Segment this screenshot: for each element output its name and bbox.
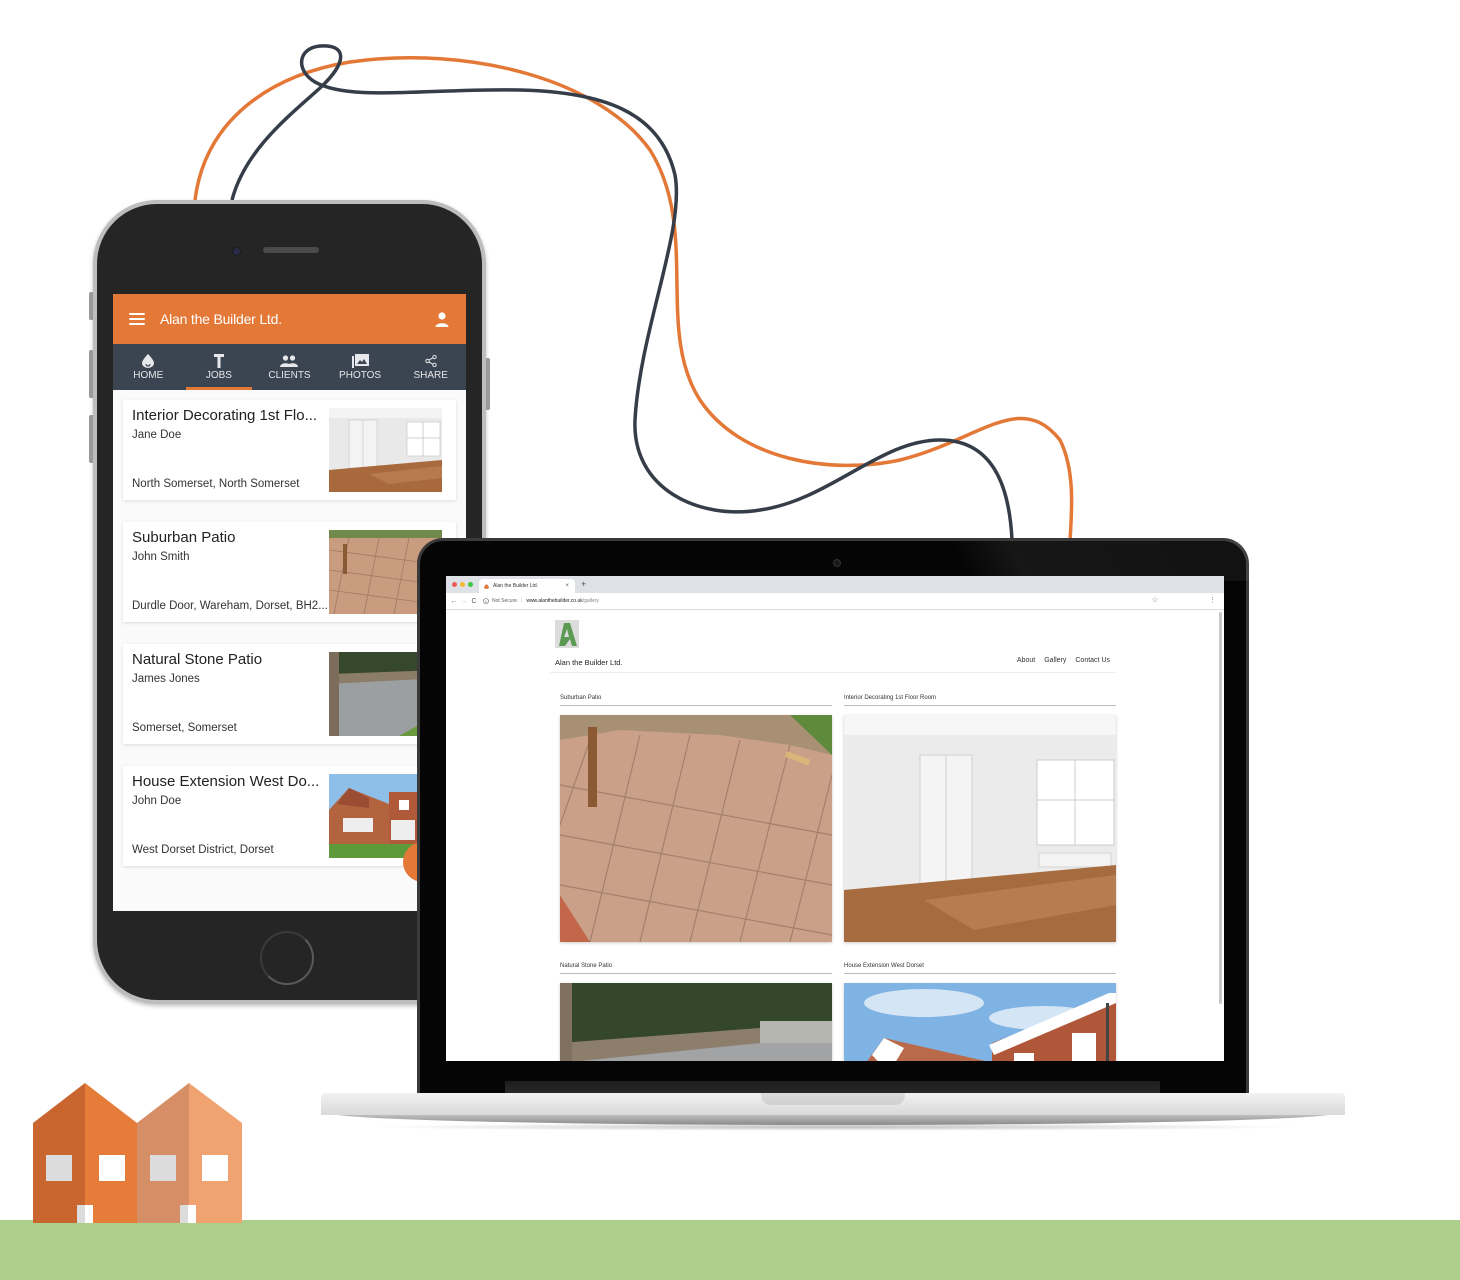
tab-jobs-label: JOBS bbox=[205, 370, 232, 381]
gallery-item-label: House Extension West Dorset bbox=[844, 963, 924, 969]
people-icon bbox=[280, 355, 299, 367]
tab-share[interactable]: SHARE bbox=[395, 344, 466, 390]
gallery-item-label: Suburban Patio bbox=[560, 695, 602, 701]
laptop-base bbox=[321, 1093, 1345, 1133]
back-button[interactable]: ← bbox=[449, 598, 459, 605]
job-location: Somerset, Somerset bbox=[132, 722, 237, 734]
phone-home-button bbox=[260, 931, 314, 985]
tab-share-label: SHARE bbox=[413, 370, 448, 381]
bottom-tab-bar: HOME JOBS CLIENTS PHOTOS SHARE bbox=[113, 344, 466, 390]
phone-camera bbox=[232, 247, 241, 256]
hamburger-menu-icon[interactable] bbox=[129, 310, 145, 328]
gallery-page: Alan the Builder Ltd. About Gallery Cont… bbox=[446, 610, 1224, 1061]
gallery-item-divider bbox=[844, 705, 1116, 706]
forward-button[interactable]: → bbox=[459, 598, 469, 605]
account-person-icon[interactable] bbox=[434, 311, 450, 327]
browser-menu-icon[interactable]: ⋮ bbox=[1209, 596, 1216, 604]
gallery-item-divider bbox=[844, 973, 1116, 974]
new-tab-button[interactable]: + bbox=[581, 579, 586, 589]
room-photo bbox=[329, 408, 442, 492]
job-location: Durdle Door, Wareham, Dorset, BH2... bbox=[132, 600, 328, 612]
url-host: www.alanthebuilder.co.uk bbox=[526, 598, 583, 604]
minimize-window-button[interactable] bbox=[460, 582, 465, 587]
job-title: Natural Stone Patio bbox=[132, 651, 263, 668]
site-favicon-icon bbox=[484, 583, 489, 589]
tab-photos-label: PHOTOS bbox=[339, 370, 382, 381]
browser-window: Alan the Builder Ltd. × + ← → C Not Secu… bbox=[446, 576, 1224, 1061]
job-title: Suburban Patio bbox=[132, 529, 236, 546]
job-client: John Doe bbox=[132, 795, 182, 807]
gallery-item-divider bbox=[560, 705, 832, 706]
job-card[interactable]: Suburban Patio John Smith Durdle Door, W… bbox=[123, 522, 456, 622]
job-location: West Dorset District, Dorset bbox=[132, 844, 274, 856]
gallery-item-label: Interior Decorating 1st Floor Room bbox=[844, 695, 937, 701]
app-bar: Alan the Builder Ltd. bbox=[113, 294, 466, 344]
job-client: John Smith bbox=[132, 551, 190, 563]
patio-photo[interactable] bbox=[560, 715, 832, 942]
stone-patio-photo[interactable] bbox=[560, 983, 832, 1061]
laptop-webcam bbox=[833, 559, 841, 567]
security-label: Not Secure bbox=[492, 598, 518, 604]
job-client: Jane Doe bbox=[132, 429, 182, 441]
job-location: North Somerset, North Somerset bbox=[132, 478, 300, 490]
house-photo[interactable] bbox=[844, 983, 1116, 1061]
houses-illustration-icon bbox=[33, 1083, 242, 1223]
browser-tab[interactable]: Alan the Builder Ltd. × bbox=[479, 579, 575, 593]
nav-link-gallery[interactable]: Gallery bbox=[1044, 657, 1066, 664]
site-nav: About Gallery Contact Us bbox=[1017, 657, 1110, 664]
address-bar[interactable]: Not Secure | www.alanthebuilder.co.uk/ga… bbox=[483, 598, 599, 604]
window-controls bbox=[452, 582, 473, 587]
room-photo[interactable] bbox=[844, 715, 1116, 942]
url-path: /gallery bbox=[582, 598, 599, 604]
reload-button[interactable]: C bbox=[469, 598, 479, 605]
job-list: Interior Decorating 1st Flo... Jane Doe … bbox=[113, 390, 466, 866]
tab-photos[interactable]: PHOTOS bbox=[325, 344, 396, 390]
laptop-device: Alan the Builder Ltd. × + ← → C Not Secu… bbox=[417, 538, 1260, 1096]
home-drop-icon bbox=[142, 354, 155, 368]
ground-strip bbox=[0, 1220, 1460, 1280]
tab-jobs[interactable]: JOBS bbox=[184, 344, 255, 390]
page-scrollbar[interactable] bbox=[1219, 612, 1222, 1004]
header-divider bbox=[550, 672, 1116, 673]
nav-link-contact-us[interactable]: Contact Us bbox=[1075, 657, 1110, 664]
browser-toolbar: ← → C Not Secure | www.alanthebuilder.co… bbox=[446, 593, 1224, 610]
maximize-window-button[interactable] bbox=[468, 582, 473, 587]
browser-tab-title: Alan the Builder Ltd. bbox=[493, 583, 539, 589]
phone-app-screen: Alan the Builder Ltd. HOME JOBS CLIENTS … bbox=[113, 294, 466, 911]
tab-clients[interactable]: CLIENTS bbox=[254, 344, 325, 390]
phone-volume-down bbox=[89, 415, 93, 463]
app-title: Alan the Builder Ltd. bbox=[160, 311, 282, 327]
hammer-icon bbox=[213, 354, 224, 368]
phone-speaker bbox=[263, 247, 319, 253]
gallery-item-label: Natural Stone Patio bbox=[560, 963, 613, 969]
gallery-item-divider bbox=[560, 973, 832, 974]
close-tab-icon[interactable]: × bbox=[565, 583, 569, 589]
job-card[interactable]: Interior Decorating 1st Flo... Jane Doe … bbox=[123, 400, 456, 500]
phone-power-button bbox=[486, 358, 490, 410]
share-icon bbox=[424, 355, 437, 367]
site-name: Alan the Builder Ltd. bbox=[555, 658, 623, 667]
photo-library-icon bbox=[351, 354, 369, 368]
close-window-button[interactable] bbox=[452, 582, 457, 587]
bookmark-star-icon[interactable]: ☆ bbox=[1152, 596, 1158, 604]
nav-link-about[interactable]: About bbox=[1017, 657, 1035, 664]
tab-home-label: HOME bbox=[133, 370, 164, 381]
job-card[interactable]: Natural Stone Patio James Jones Somerset… bbox=[123, 644, 456, 744]
browser-tab-strip: Alan the Builder Ltd. × + bbox=[446, 576, 1224, 593]
phone-volume-up bbox=[89, 350, 93, 398]
laptop-open-notch bbox=[761, 1093, 905, 1105]
job-title: House Extension West Do... bbox=[132, 773, 320, 790]
phone-mute-switch bbox=[89, 292, 93, 320]
site-logo-icon[interactable] bbox=[555, 620, 579, 648]
tab-home[interactable]: HOME bbox=[113, 344, 184, 390]
info-icon[interactable] bbox=[483, 598, 489, 604]
tab-clients-label: CLIENTS bbox=[268, 370, 311, 381]
job-client: James Jones bbox=[132, 673, 200, 685]
job-title: Interior Decorating 1st Flo... bbox=[132, 407, 318, 424]
